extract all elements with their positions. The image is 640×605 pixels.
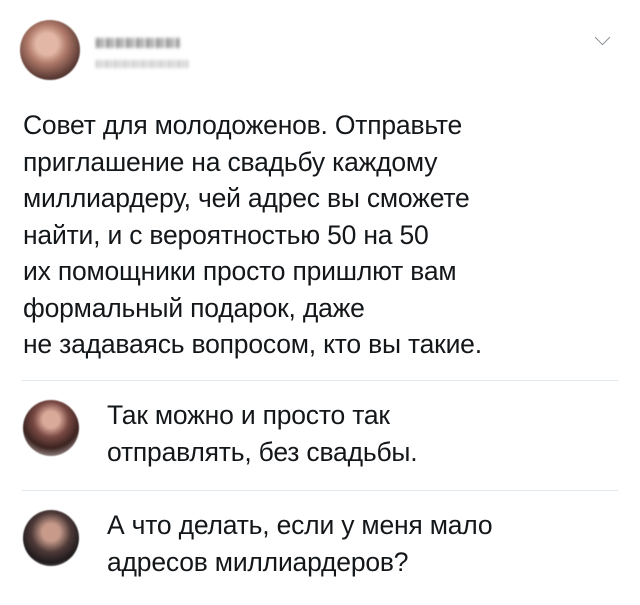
divider [22, 490, 618, 491]
tweet-text-line: их помощники просто пришлют вам [23, 256, 457, 286]
tweet-text-line: найти, и с вероятностью 50 на 50 [23, 219, 429, 250]
reply-text: А что делать, если у меня мало адресов м… [107, 507, 607, 580]
tweet-text-line: Совет для молодоженов. Отправьте [23, 110, 463, 140]
chevron-down-icon[interactable] [594, 29, 611, 46]
reply-avatar[interactable] [23, 510, 79, 566]
reply-text: Так можно и просто так отправлять, без с… [107, 397, 607, 470]
author-name-blurred[interactable] [96, 38, 180, 48]
reply-text-line: отправлять, без свадьбы. [107, 436, 418, 467]
divider [22, 380, 618, 381]
author-handle-blurred [96, 60, 188, 68]
author-avatar[interactable] [20, 20, 80, 80]
reply-avatar[interactable] [23, 400, 79, 456]
tweet-card: Совет для молодоженов. Отправьте приглаш… [0, 0, 640, 380]
reply-text-line: адресов миллиардеров? [107, 546, 409, 577]
tweet-text-line: формальный подарок, даже [23, 292, 365, 323]
tweet-text-line: приглашение на свадьбу каждому [23, 146, 438, 177]
tweet-text: Совет для молодоженов. Отправьте приглаш… [23, 107, 623, 363]
tweet-text-line: миллиардеру, чей адрес вы сможете [23, 183, 470, 213]
tweet-text-line: не задаваясь вопросом, кто вы такие. [23, 329, 482, 359]
reply-text-line: А что делать, если у меня мало [107, 510, 493, 540]
reply-text-line: Так можно и просто так [107, 400, 390, 430]
